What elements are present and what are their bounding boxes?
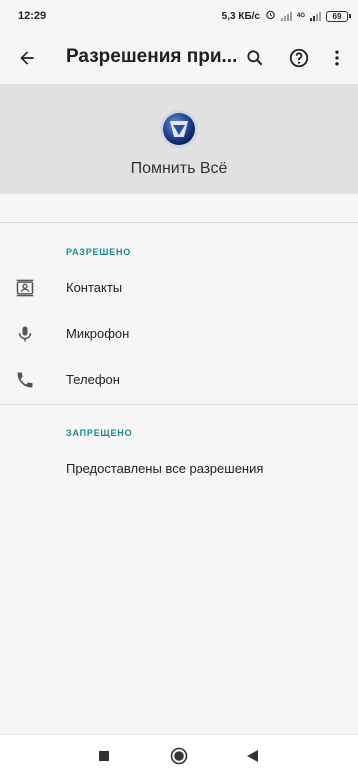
status-bar: 12:29 5,3 КБ/с 4G 69 [0, 0, 358, 32]
battery-level: 69 [332, 11, 342, 21]
signal-icon [280, 11, 292, 21]
denied-heading: ЗАПРЕЩЕНО [66, 428, 133, 438]
app-logo-icon [159, 109, 199, 149]
divider [0, 222, 358, 223]
status-indicators: 5,3 КБ/с 4G 69 [221, 9, 351, 23]
network-type: 4G [296, 13, 305, 19]
system-nav-bar [0, 734, 358, 777]
help-icon [289, 48, 309, 68]
circle-home-icon [170, 747, 188, 765]
arrow-back-icon [20, 51, 34, 65]
network-speed: 5,3 КБ/с [221, 10, 260, 22]
permission-phone[interactable]: Телефон [0, 357, 358, 403]
permission-label: Микрофон [66, 326, 130, 341]
microphone-icon [14, 323, 36, 345]
page-title: Разрешения при... [66, 46, 236, 67]
triangle-back-icon [246, 750, 258, 762]
permission-label: Контакты [66, 280, 123, 295]
status-time: 12:29 [18, 10, 47, 22]
permission-contacts[interactable]: Контакты [0, 265, 358, 311]
more-options-button[interactable] [324, 45, 350, 71]
alarm-icon [265, 9, 276, 23]
allowed-heading: РАЗРЕШЕНО [66, 247, 132, 257]
contacts-icon [14, 277, 36, 299]
app-header: Помнить Всё [0, 84, 358, 194]
back-nav-button[interactable] [241, 745, 263, 767]
permission-label: Телефон [66, 372, 120, 387]
square-recents-icon [99, 751, 109, 761]
more-vert-icon [335, 50, 339, 66]
recents-button[interactable] [93, 745, 115, 767]
all-permissions-granted-text: Предоставлены все разрешения [66, 461, 264, 476]
back-button[interactable] [14, 45, 40, 71]
search-icon [247, 50, 263, 66]
toolbar: Разрешения при... [0, 32, 358, 84]
permission-microphone[interactable]: Микрофон [0, 311, 358, 357]
home-button[interactable] [168, 745, 190, 767]
search-button[interactable] [242, 45, 268, 71]
help-button[interactable] [286, 45, 312, 71]
signal-icon-2 [310, 11, 321, 21]
battery-indicator: 69 [326, 10, 351, 22]
divider [0, 404, 358, 405]
app-name: Помнить Всё [130, 160, 228, 177]
phone-icon [14, 369, 36, 391]
